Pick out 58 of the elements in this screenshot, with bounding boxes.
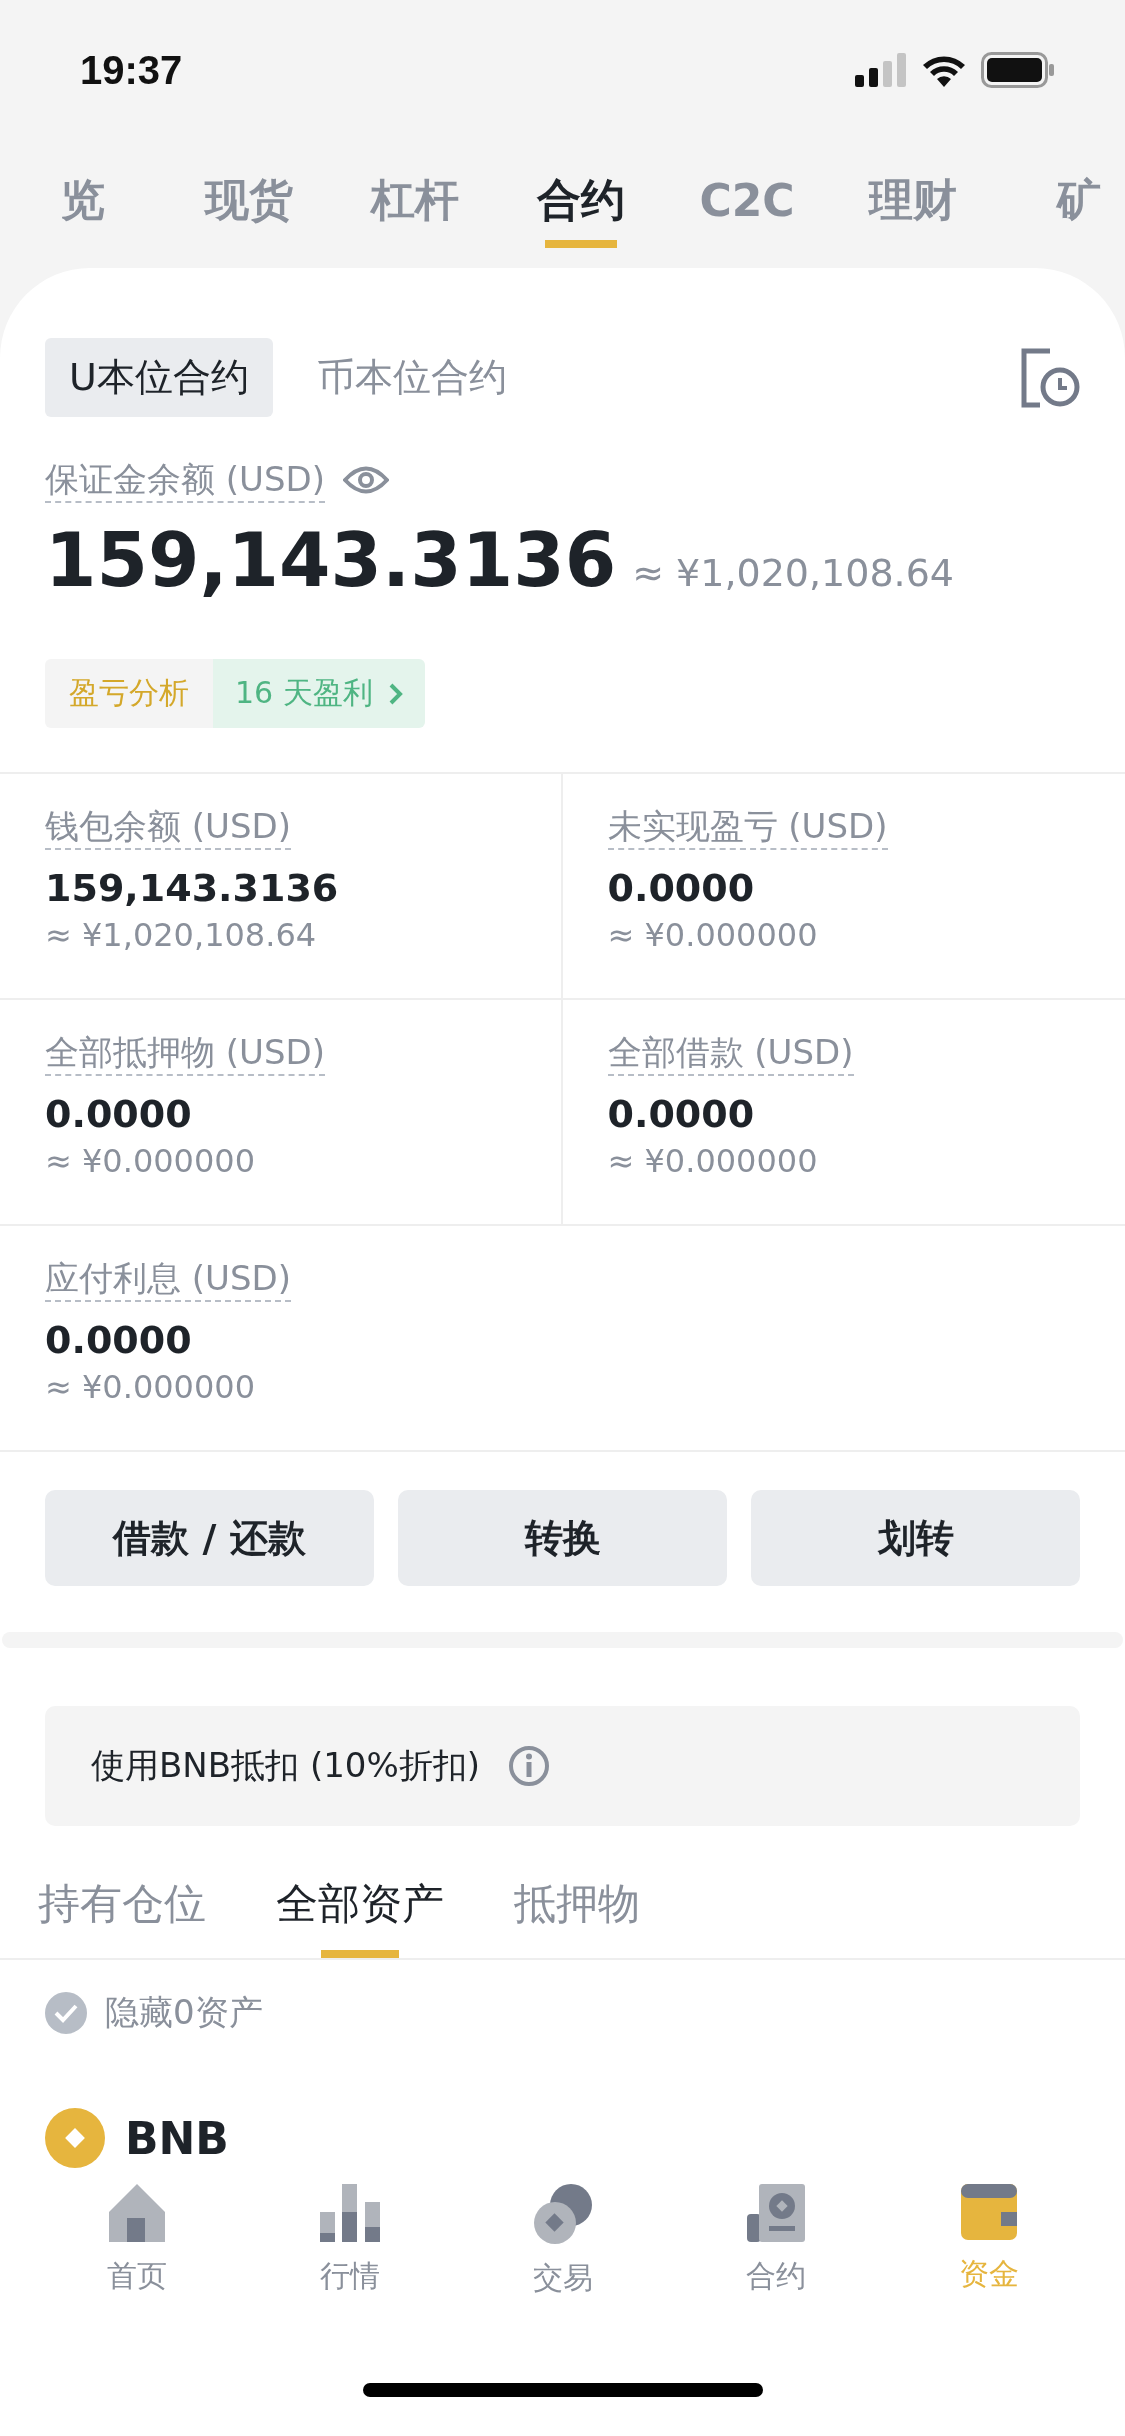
stat-approx: ≈ ¥0.000000 [45,1142,256,1181]
asset-tab[interactable]: 持有仓位 [38,1876,206,1959]
document-icon [746,2184,805,2242]
action-button[interactable]: 转换 [398,1490,727,1587]
nav-item[interactable]: 合约 [700,2184,851,2299]
coins-icon [533,2184,592,2244]
stat-approx: ≈ ¥0.000000 [45,1368,256,1407]
eye-icon [343,465,389,496]
coin-icon [45,2108,105,2169]
bar-chart-icon [319,2184,380,2242]
history-icon[interactable] [1020,346,1080,409]
action-button[interactable]: 借款 / 还款 [45,1490,374,1587]
stat-label: 应付利息 (USD) [45,1256,291,1303]
margin-balance-label: 保证金余额 (USD) [45,457,325,504]
battery-icon [981,52,1055,88]
stat-label: 钱包余额 (USD) [45,804,291,851]
check-circle-icon[interactable] [45,1992,87,2035]
pnl-analysis-label: 盈亏分析 [45,659,213,729]
stat-label: 未实现盈亏 (USD) [607,804,888,851]
top-tab[interactable]: 合约 [498,140,664,268]
nav-item[interactable]: 首页 [61,2184,212,2299]
top-tab[interactable]: 杠杆 [332,140,498,268]
stat-label: 全部抵押物 (USD) [45,1030,325,1077]
asset-tab[interactable]: 抵押物 [514,1876,640,1959]
contract-tab[interactable]: 币本位合约 [292,338,531,417]
status-time: 19:37 [80,47,183,93]
wifi-icon [921,53,967,87]
stat-approx: ≈ ¥0.000000 [607,916,818,955]
wallet-icon [960,2184,1017,2240]
hide-zero-label: 隐藏0资产 [105,1991,263,2035]
margin-balance-value: 159,143.3136 [45,517,617,604]
chevron-right-icon [388,682,403,705]
stat-value: 159,143.3136 [45,866,339,911]
top-tab[interactable]: 矿 [996,140,1125,268]
nav-item[interactable]: 行情 [274,2184,425,2299]
margin-balance-approx: ≈ ¥1,020,108.64 [632,551,955,596]
nav-item[interactable]: 交易 [487,2184,638,2299]
contract-tab[interactable]: U本位合约 [45,338,273,417]
action-button[interactable]: 划转 [751,1490,1080,1587]
nav-item[interactable]: 资金 [913,2184,1064,2299]
top-tab[interactable]: 现货 [166,140,332,268]
stat-approx: ≈ ¥0.000000 [607,1142,818,1181]
top-tab[interactable]: C2C [664,140,830,268]
stat-label: 全部借款 (USD) [607,1030,854,1077]
home-icon [108,2184,165,2242]
top-tab[interactable]: 览 [0,140,166,268]
bnb-deduction-label: 使用BNB抵扣 (10%折扣) [91,1744,480,1788]
stat-value: 0.0000 [45,1318,192,1363]
profit-streak-button[interactable]: 16 天盈利 [213,659,425,729]
info-icon[interactable] [508,1745,550,1788]
stat-value: 0.0000 [45,1092,192,1137]
stat-approx: ≈ ¥1,020,108.64 [45,916,317,955]
top-tab[interactable]: 理财 [830,140,996,268]
signal-icon [855,53,907,87]
asset-name: BNB [125,2112,229,2164]
stat-value: 0.0000 [607,866,755,911]
asset-tab[interactable]: 全部资产 [276,1876,444,1959]
stat-value: 0.0000 [607,1092,755,1137]
